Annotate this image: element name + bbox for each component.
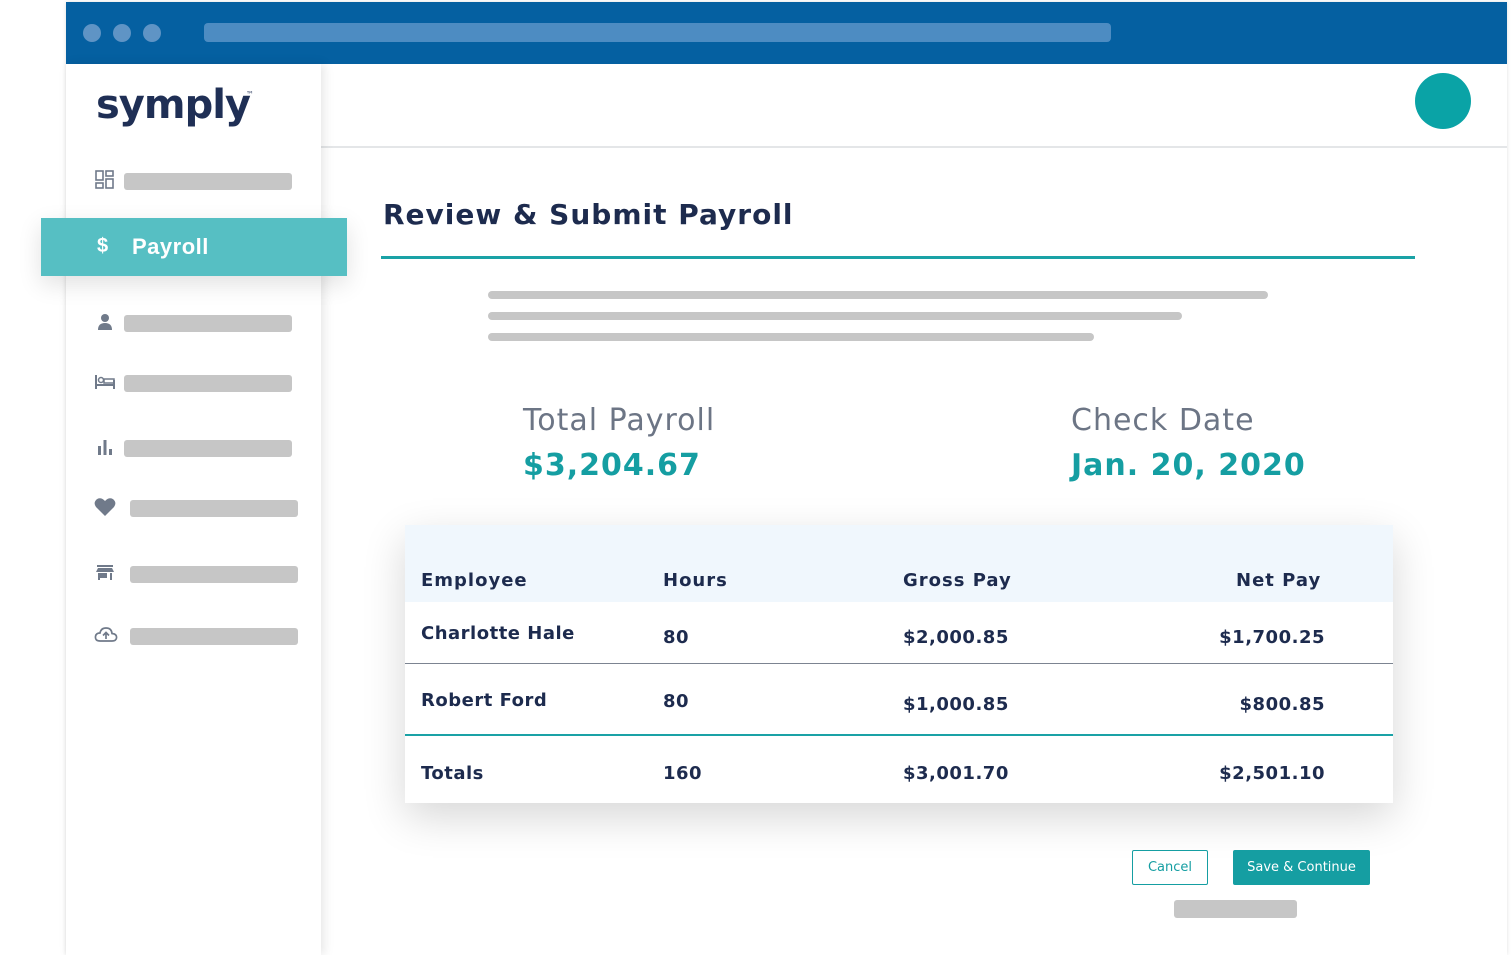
totals-label: Totals <box>421 763 484 784</box>
total-payroll-value: $3,204.67 <box>523 448 701 483</box>
net-pay-value: $1,700.25 <box>1219 627 1325 648</box>
sidebar-item-placeholder <box>124 440 292 457</box>
sidebar-item-people[interactable] <box>94 312 294 334</box>
row-divider <box>405 663 1393 664</box>
window-dot-close[interactable] <box>83 24 101 42</box>
dashboard-icon <box>94 170 116 192</box>
column-header-net-pay: Net Pay <box>1236 570 1322 591</box>
avatar[interactable] <box>1415 73 1471 129</box>
header-divider <box>321 146 1507 148</box>
description-placeholder-line <box>488 291 1268 299</box>
heart-icon <box>94 497 116 519</box>
sidebar-item-uploads[interactable] <box>94 625 300 647</box>
gross-pay-value: $2,000.85 <box>903 627 1009 648</box>
column-header-gross-pay: Gross Pay <box>903 570 1012 591</box>
cancel-button[interactable]: Cancel <box>1132 850 1208 885</box>
check-date-label: Check Date <box>1071 403 1255 438</box>
employee-name: Charlotte Hale <box>421 623 575 644</box>
address-bar[interactable] <box>204 23 1111 42</box>
total-payroll-label: Total Payroll <box>523 403 716 438</box>
hours-value: 80 <box>663 691 690 712</box>
description-placeholder-line <box>488 333 1094 341</box>
logo: symply <box>96 82 251 128</box>
totals-hours: 160 <box>663 763 703 784</box>
hours-value: 80 <box>663 627 690 648</box>
save-continue-button[interactable]: Save & Continue <box>1233 850 1370 885</box>
footer-placeholder <box>1174 900 1297 918</box>
sidebar-item-placeholder <box>130 628 298 645</box>
window-dot-maximize[interactable] <box>143 24 161 42</box>
store-icon <box>94 563 116 585</box>
totals-net-pay: $2,501.10 <box>1219 763 1325 784</box>
sidebar-item-placeholder <box>124 173 292 190</box>
totals-gross-pay: $3,001.70 <box>903 763 1009 784</box>
net-pay-value: $800.85 <box>1239 694 1325 715</box>
totals-divider <box>405 734 1393 736</box>
check-date-value: Jan. 20, 2020 <box>1071 448 1306 483</box>
window-titlebar <box>66 2 1507 64</box>
window-dot-minimize[interactable] <box>113 24 131 42</box>
person-icon <box>94 312 116 334</box>
sidebar-item-placeholder <box>124 315 292 332</box>
column-header-hours: Hours <box>663 570 728 591</box>
gross-pay-value: $1,000.85 <box>903 694 1009 715</box>
column-header-employee: Employee <box>421 570 528 591</box>
bed-icon <box>94 372 116 394</box>
title-underline <box>381 256 1415 259</box>
sidebar-item-placeholder <box>130 500 298 517</box>
table-header: Employee Hours Gross Pay Net Pay <box>405 525 1393 602</box>
payroll-table: Employee Hours Gross Pay Net Pay Charlot… <box>405 525 1393 803</box>
logo-trademark: ™ <box>246 90 254 99</box>
sidebar-item-dashboard[interactable] <box>94 170 294 192</box>
cloud-upload-icon <box>94 625 118 647</box>
sidebar-item-label: Payroll <box>132 234 209 259</box>
bar-chart-icon <box>94 437 116 459</box>
employee-name: Robert Ford <box>421 690 548 711</box>
sidebar-item-time-off[interactable] <box>94 372 294 394</box>
dollar-icon: $ <box>97 235 109 257</box>
sidebar-item-placeholder <box>124 375 292 392</box>
description-placeholder-line <box>488 312 1182 320</box>
sidebar-item-reports[interactable] <box>94 437 294 459</box>
sidebar: symply ™ <box>66 64 321 955</box>
sidebar-item-payroll[interactable]: $ Payroll <box>41 218 347 276</box>
page-title: Review & Submit Payroll <box>383 198 794 231</box>
sidebar-item-store[interactable] <box>94 563 300 585</box>
sidebar-item-benefits[interactable] <box>94 497 300 519</box>
sidebar-item-placeholder <box>130 566 298 583</box>
